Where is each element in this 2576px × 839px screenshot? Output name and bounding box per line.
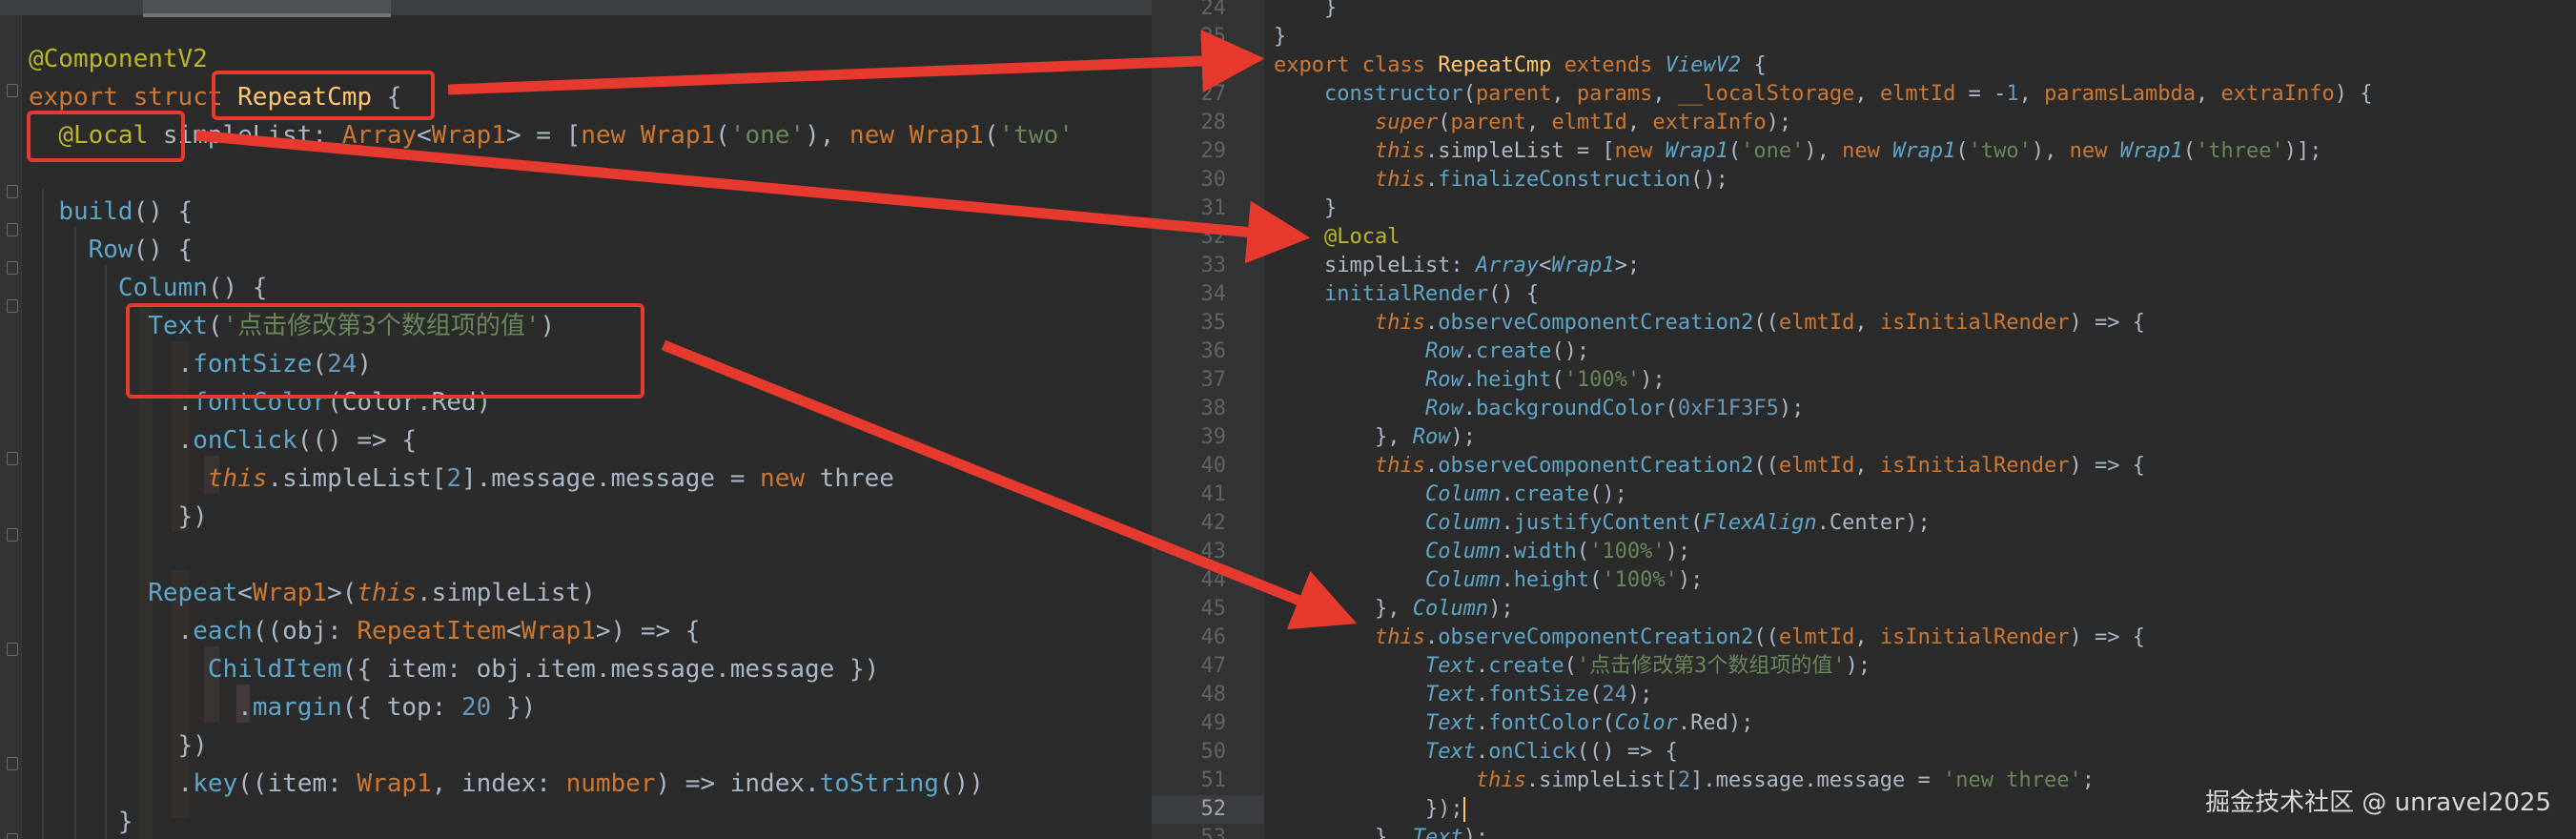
arrow-local	[195, 130, 1311, 264]
watermark: 掘金技术社区 @ unravel2025	[2205, 788, 2551, 817]
arrow-text	[661, 339, 1358, 630]
arrow-repeatcmp	[447, 29, 1265, 95]
annotation-arrows	[195, 29, 1358, 630]
